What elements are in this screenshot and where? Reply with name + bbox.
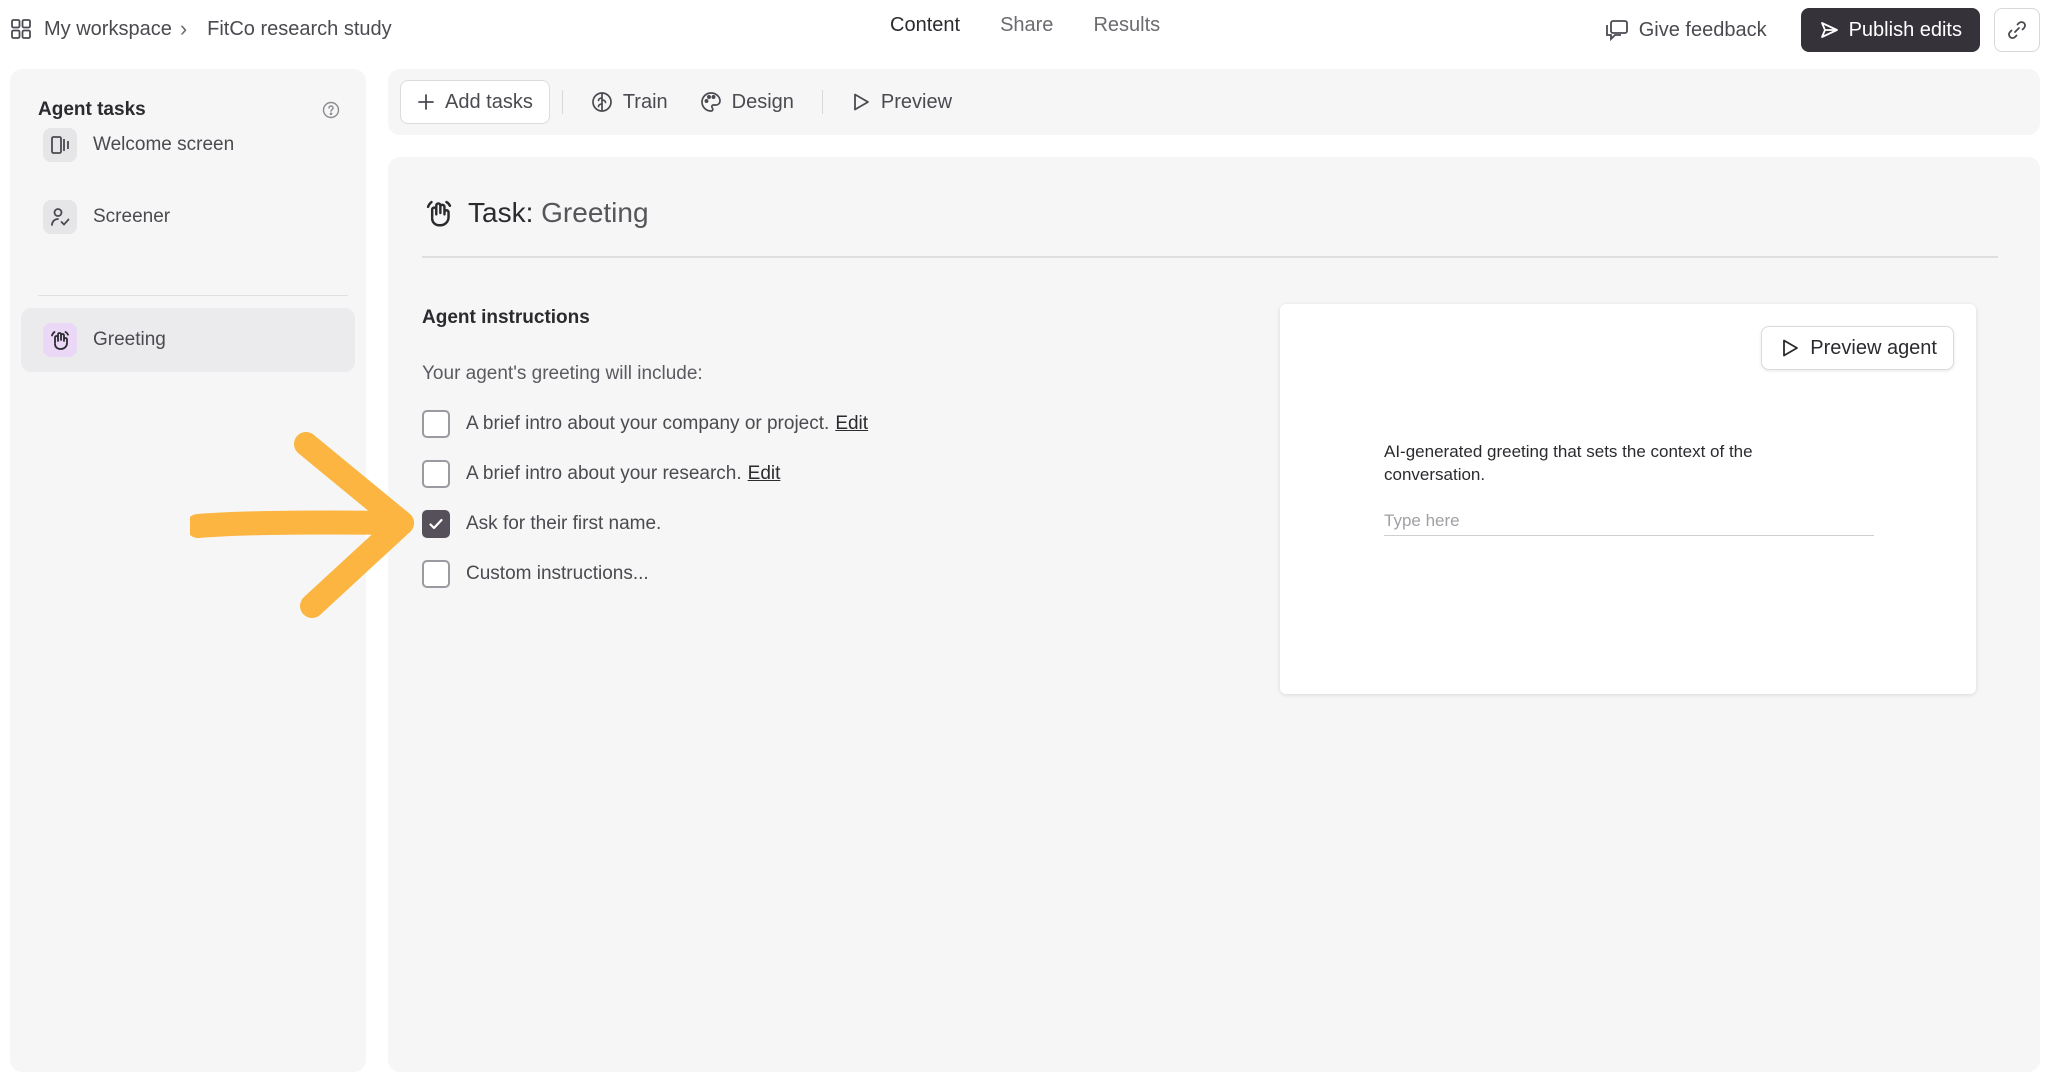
task-toolbar: Add tasks Train Design Preview xyxy=(388,69,2040,135)
send-icon xyxy=(1820,22,1838,38)
sidebar-divider xyxy=(38,295,348,296)
play-icon xyxy=(1783,339,1799,357)
greeting-input[interactable] xyxy=(1384,506,1874,536)
greeting-intro-text: Your agent's greeting will include: xyxy=(422,363,703,384)
greeting-description: AI-generated greeting that sets the cont… xyxy=(1384,442,1753,484)
sidebar-item-label: Welcome screen xyxy=(93,134,235,155)
feedback-icon xyxy=(1605,20,1628,41)
train-button[interactable]: Train xyxy=(575,80,684,124)
design-button[interactable]: Design xyxy=(684,80,810,124)
plus-icon xyxy=(418,94,434,110)
link-icon xyxy=(2008,21,2026,39)
header-actions: Give feedback Publish edits xyxy=(1605,8,2040,52)
preview-agent-button[interactable]: Preview agent xyxy=(1761,326,1954,370)
sidebar-item-greeting[interactable]: Greeting xyxy=(21,308,355,372)
greeting-preview-card: Preview agent AI-generated greeting that… xyxy=(1280,304,1976,694)
company-intro-checkbox[interactable] xyxy=(422,410,450,438)
task-title-name: Greeting xyxy=(541,197,649,228)
agent-instructions-heading: Agent instructions xyxy=(422,307,590,328)
play-icon xyxy=(854,93,869,111)
sidebar-item-screener[interactable]: Screener xyxy=(21,185,355,249)
task-title-prefix: Task: xyxy=(468,197,534,228)
screener-icon xyxy=(43,200,77,234)
give-feedback-button[interactable]: Give feedback xyxy=(1605,19,1767,42)
publish-edits-button[interactable]: Publish edits xyxy=(1800,8,1980,52)
breadcrumb: My workspace › FitCo research study xyxy=(10,14,392,44)
grid-icon[interactable] xyxy=(10,18,32,40)
task-editor-panel: Task: Greeting Agent instructions Your a… xyxy=(388,157,2040,1072)
breadcrumb-separator: › xyxy=(179,16,188,41)
edit-company-intro-link[interactable]: Edit xyxy=(835,413,868,435)
toolbar-divider xyxy=(561,90,563,114)
wave-hand-icon xyxy=(426,200,452,227)
title-divider xyxy=(422,256,1998,258)
option-custom-instructions: Custom instructions... xyxy=(422,560,649,588)
annotation-arrow-icon xyxy=(190,432,414,618)
welcome-screen-icon xyxy=(43,128,77,162)
top-tabs: Content Share Results xyxy=(890,14,1160,44)
breadcrumb-workspace[interactable]: My workspace xyxy=(44,18,172,41)
top-bar: My workspace › FitCo research study Cont… xyxy=(0,0,2048,60)
first-name-checkbox[interactable] xyxy=(422,510,450,538)
sidebar-item-label: Screener xyxy=(93,206,171,227)
custom-instructions-checkbox[interactable] xyxy=(422,560,450,588)
research-intro-checkbox[interactable] xyxy=(422,460,450,488)
option-label: Ask for their first name. xyxy=(466,513,662,534)
give-feedback-label: Give feedback xyxy=(1638,18,1767,41)
tab-results[interactable]: Results xyxy=(1093,14,1160,44)
sidebar-item-welcome-screen[interactable]: Welcome screen xyxy=(21,113,355,177)
palette-icon xyxy=(700,92,721,112)
preview-agent-label: Preview agent xyxy=(1810,336,1937,359)
option-label: A brief intro about your research. xyxy=(466,463,742,484)
copy-link-button[interactable] xyxy=(1994,8,2040,52)
design-label: Design xyxy=(731,90,794,113)
option-company-intro: A brief intro about your company or proj… xyxy=(422,410,868,438)
publish-edits-label: Publish edits xyxy=(1848,18,1962,41)
option-label: A brief intro about your company or proj… xyxy=(466,413,830,434)
tab-share[interactable]: Share xyxy=(1000,14,1053,44)
preview-label: Preview xyxy=(880,90,953,113)
add-tasks-button[interactable]: Add tasks xyxy=(400,80,550,124)
task-title: Task: Greeting xyxy=(424,193,649,233)
brain-icon xyxy=(591,92,612,112)
edit-research-intro-link[interactable]: Edit xyxy=(748,463,781,485)
add-tasks-label: Add tasks xyxy=(445,90,533,113)
preview-button[interactable]: Preview xyxy=(835,80,968,124)
breadcrumb-study[interactable]: FitCo research study xyxy=(207,18,392,41)
wave-hand-icon xyxy=(43,323,77,357)
tab-content[interactable]: Content xyxy=(890,14,960,44)
option-research-intro: A brief intro about your research. Edit xyxy=(422,460,780,488)
checkmark-icon xyxy=(429,518,443,530)
toolbar-divider xyxy=(821,90,823,114)
option-label: Custom instructions... xyxy=(466,563,649,584)
sidebar-item-label: Greeting xyxy=(93,329,166,350)
train-label: Train xyxy=(622,90,668,113)
option-first-name: Ask for their first name. xyxy=(422,510,661,538)
